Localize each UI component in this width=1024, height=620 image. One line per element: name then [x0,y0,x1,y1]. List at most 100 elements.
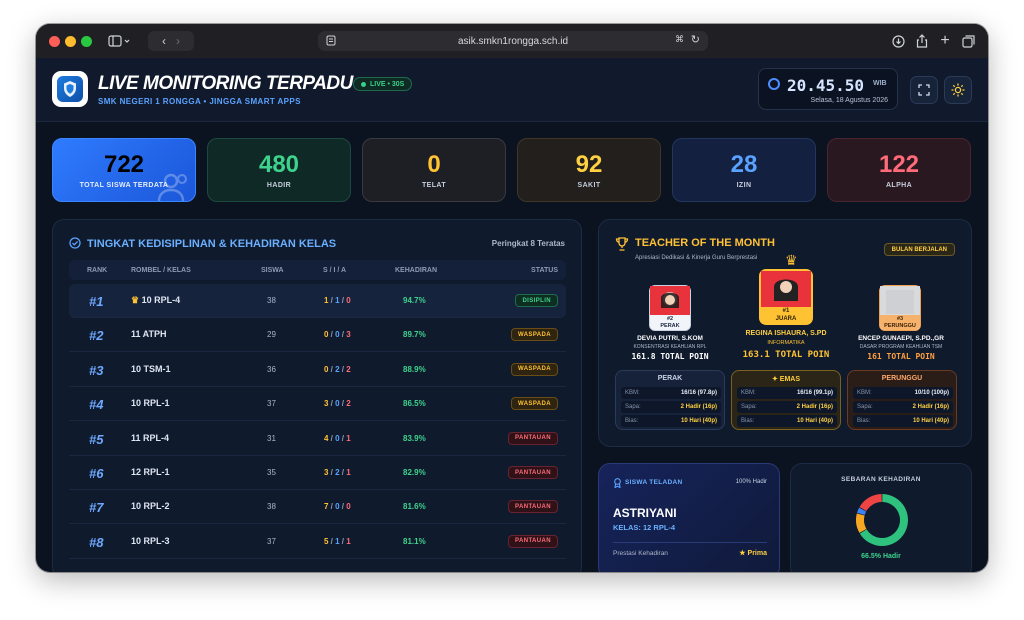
row-siswa: 38 [267,296,276,305]
teacher-card-emas: ✦ EMAS KBM: 16/16 (99.1p) Sapa: 2 Hadir (1… [731,370,841,430]
row-kelas: 10 RPL-2 [131,501,170,512]
back-icon[interactable]: ‹ [162,34,166,48]
row-rank: #1 [89,294,104,309]
stat-value: 722 [103,150,145,178]
stat-label: ALPHA [885,181,913,189]
card-title: PERUNGGU [881,375,923,382]
table-row[interactable]: #5 11 RPL-4 31 4 / 0 / 1 83.9% PANTAUAN [69,422,566,456]
col-siswa: SISWA [261,267,284,274]
browser-toolbar: ‹ › asik.smkn1rongga.sch.id ⌘ ↻ + [36,24,988,58]
fullscreen-button[interactable] [910,76,938,104]
col-status: STATUS [531,267,558,274]
podium-rank-label: PERAK [660,323,680,329]
status-badge: WASPADA [510,397,558,411]
table-row[interactable]: #6 12 RPL-1 35 3 / 2 / 1 82.9% PANTAUAN [69,456,566,490]
distribution-title: SEBARAN KEHADIRAN [841,476,921,483]
col-kehadiran: KEHADIRAN [395,267,437,274]
podium-place: #1 [782,308,790,314]
student-name: ASTRIYANI [613,506,677,520]
page-subtitle: SMK NEGERI 1 RONGGA • JINGGA SMART APPS [98,97,301,106]
donut-hole [865,503,899,537]
page-menu-icon[interactable] [326,35,336,49]
reload-icon[interactable]: ↻ [691,33,700,46]
close-window-button[interactable] [49,36,60,47]
student-percent: 100% Hadir [735,479,767,485]
stat-card-izin[interactable]: 28 IZIN [672,138,816,202]
table-row[interactable]: #1 ♛ 10 RPL-4 38 1 / 1 / 0 94.7% DISIPLIN [69,284,566,318]
row-siswa: 36 [267,364,276,374]
row-rank: #2 [89,328,104,344]
discipline-panel: TINGKAT KEDISIPLINAN & KEHADIRAN KELAS P… [52,219,582,572]
col-sia: S / I / A [323,267,347,274]
url-text[interactable]: asik.smkn1rongga.sch.id [458,36,568,47]
attendance-donut-chart [856,494,908,546]
podium-rank-label: PERUNGGU [884,323,916,329]
row-kehadiran: 94.7% [403,296,426,305]
teacher-photo-1: #1 JUARA [759,269,813,325]
table-row[interactable]: #2 11 ATPH 29 0 / 0 / 3 89.7% WASPADA [69,318,566,353]
row-kehadiran: 86.5% [403,399,426,409]
table-row[interactable]: #4 10 RPL-1 37 3 / 0 / 2 86.5% WASPADA [69,387,566,422]
row-siswa: 37 [267,536,276,546]
download-icon[interactable] [888,31,908,51]
minimize-window-button[interactable] [65,36,76,47]
history-nav: ‹ › [148,31,194,51]
row-sia: 5 / 1 / 1 [324,536,351,546]
row-kehadiran: 88.9% [403,364,426,374]
distribution-caption: 66.5% Hadir [861,553,901,560]
row-rank: #7 [89,500,104,516]
clock-time: 20.45.50 [787,76,865,95]
row-kelas: 10 RPL-1 [131,398,170,409]
row-siswa: 29 [267,330,276,340]
teacher-title: TEACHER OF THE MONTH [635,237,775,249]
star-icon: ★ [739,550,748,557]
podium-place: #3 [896,316,904,322]
sidebar-toggle-icon[interactable] [102,31,136,51]
card-row: Sapa: 2 Hadir (16p) [621,401,721,413]
row-sia: 0 / 0 / 3 [324,330,351,340]
teacher-card-perunggu: PERUNGGU KBM: 10/10 (100p) Sapa: 2 Hadir (… [847,370,957,430]
translate-icon[interactable]: ⌘ [675,34,684,45]
stat-card-alpha[interactable]: 122 ALPHA [827,138,971,202]
page-title: LIVE MONITORING TERPADU [98,73,353,94]
row-rank: #5 [89,431,104,447]
stat-card-telat[interactable]: 0 TELAT [362,138,506,202]
share-icon[interactable] [912,31,932,51]
row-kehadiran: 82.9% [403,468,426,477]
period-badge: BULAN BERJALAN [883,243,955,256]
new-tab-icon[interactable]: + [935,31,955,51]
row-siswa: 35 [267,468,276,477]
col-kelas: ROMBEL / KELAS [131,267,191,274]
stat-label: HADIR [266,181,292,189]
live-dot-icon [361,81,366,87]
stat-card-total[interactable]: 722 TOTAL SISWA TERDATA [52,138,196,202]
address-bar[interactable]: asik.smkn1rongga.sch.id ⌘ ↻ [318,31,708,51]
forward-icon[interactable]: › [176,34,180,48]
clock-icon [768,78,780,90]
student-kelas: KELAS: 12 RPL-4 [613,523,676,532]
card-row: Sapa: 2 Hadir (16p) [737,401,837,413]
zoom-window-button[interactable] [81,36,92,47]
student-label: SISWA TELADAN [625,479,683,486]
card-row: Bias: 10 Hari (40p) [737,415,837,427]
stat-card-hadir[interactable]: 480 HADIR [207,138,351,202]
table-row[interactable]: #7 10 RPL-2 38 7 / 0 / 0 81.6% PANTAUAN [69,490,566,525]
stat-label: SAKIT [577,181,601,189]
student-panel: SISWA TELADAN 100% Hadir ASTRIYANI KELAS… [598,463,780,572]
donut-slice-sakit [856,513,867,533]
student-footer-value: Prima [747,550,767,557]
tab-overview-icon[interactable] [958,31,978,51]
podium-rank-label: JUARA [775,315,797,322]
stat-label: IZIN [736,181,752,189]
stat-value: 480 [258,150,300,178]
table-row[interactable]: #8 10 RPL-3 37 5 / 1 / 1 81.1% PANTAUAN [69,525,566,559]
live-badge: LIVE • 30S [353,77,413,91]
row-kelas: 10 RPL-3 [131,535,170,546]
table-row[interactable]: #3 10 TSM-1 36 0 / 2 / 2 88.9% WASPADA [69,353,566,387]
clock-date: Selasa, 18 Agustus 2026 [810,97,888,104]
row-kelas: 11 RPL-4 [131,432,170,443]
card-title: PERAK [657,375,683,382]
row-kelas: 11 ATPH [131,329,167,340]
stat-card-sakit[interactable]: 92 SAKIT [517,138,661,202]
theme-toggle-button[interactable] [944,76,972,104]
